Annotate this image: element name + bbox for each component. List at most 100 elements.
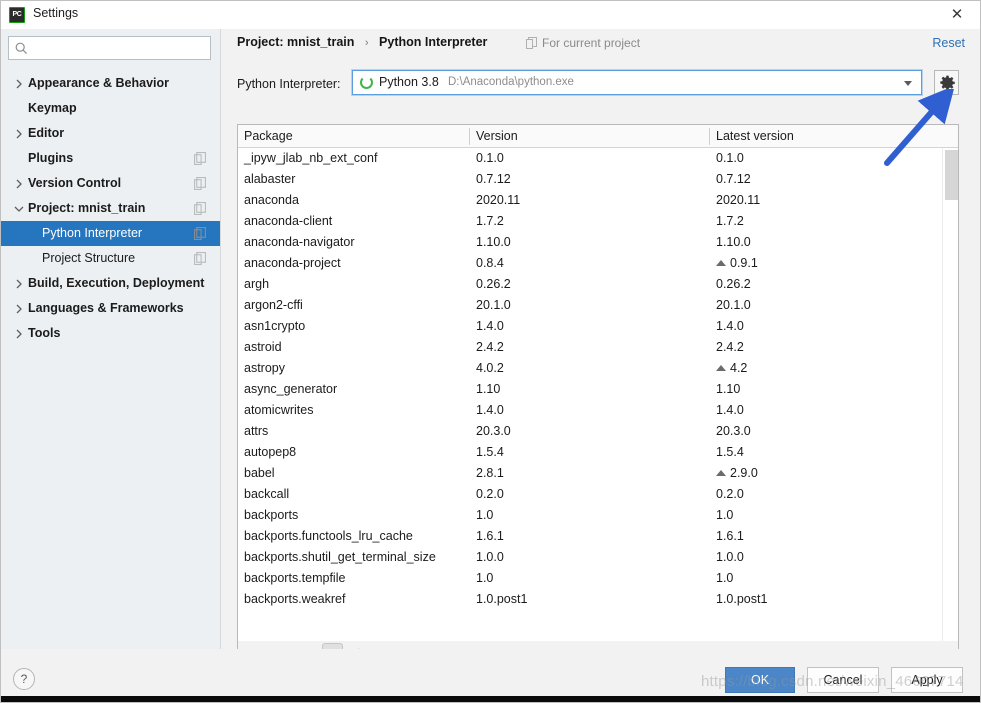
table-row[interactable]: argon2-cffi 20.1.0 20.1.0 xyxy=(238,295,940,316)
column-divider-1[interactable] xyxy=(469,128,470,145)
table-row[interactable]: anaconda-navigator 1.10.0 1.10.0 xyxy=(238,232,940,253)
gear-button[interactable] xyxy=(934,70,959,95)
table-row[interactable]: backports 1.0 1.0 xyxy=(238,505,940,526)
table-row[interactable]: anaconda-project 0.8.4 0.9.1 xyxy=(238,253,940,274)
interpreter-name: Python 3.8 xyxy=(379,75,439,89)
cell-package: astropy xyxy=(244,361,285,375)
chevron-down-icon[interactable] xyxy=(13,196,25,221)
cell-version: 2.8.1 xyxy=(476,466,504,480)
cancel-button[interactable]: Cancel xyxy=(807,667,879,693)
breadcrumb-project[interactable]: Project: mnist_train xyxy=(237,35,354,49)
help-button[interactable]: ? xyxy=(13,668,35,690)
cell-package: backports.shutil_get_terminal_size xyxy=(244,550,436,564)
interpreter-combobox[interactable]: Python 3.8 D:\Anaconda\python.exe xyxy=(352,70,922,95)
close-icon[interactable]: ✕ xyxy=(940,3,974,27)
table-row[interactable]: atomicwrites 1.4.0 1.4.0 xyxy=(238,400,940,421)
chevron-down-icon[interactable] xyxy=(904,81,912,86)
cell-latest-version: 1.0 xyxy=(716,571,734,585)
table-row[interactable]: asn1crypto 1.4.0 1.4.0 xyxy=(238,316,940,337)
cell-package: argh xyxy=(244,277,270,291)
chevron-right-icon[interactable] xyxy=(13,171,25,196)
sidebar-search[interactable] xyxy=(8,36,211,60)
cell-latest-version: 20.3.0 xyxy=(716,424,751,438)
table-row[interactable]: babel 2.8.1 2.9.0 xyxy=(238,463,940,484)
table-row[interactable]: anaconda 2020.11 2020.11 xyxy=(238,190,940,211)
interpreter-label: Python Interpreter: xyxy=(237,77,341,91)
sidebar-item-languages-frameworks[interactable]: Languages & Frameworks xyxy=(1,296,220,321)
sidebar-item-version-control[interactable]: Version Control xyxy=(1,171,220,196)
copy-settings-icon xyxy=(194,152,206,165)
cell-package: backports xyxy=(244,508,299,522)
table-row[interactable]: backports.tempfile 1.0 1.0 xyxy=(238,568,940,589)
sidebar-item-project-structure[interactable]: Project Structure xyxy=(1,246,220,271)
cell-latest-version: 1.5.4 xyxy=(716,445,744,459)
table-scrollbar[interactable] xyxy=(942,148,958,641)
table-row[interactable]: backports.functools_lru_cache 1.6.1 1.6.1 xyxy=(238,526,940,547)
scrollbar-thumb[interactable] xyxy=(945,150,958,200)
table-row[interactable]: astropy 4.0.2 4.2 xyxy=(238,358,940,379)
cell-version: 4.0.2 xyxy=(476,361,504,375)
search-input[interactable] xyxy=(33,39,209,59)
cell-latest-version: 1.4.0 xyxy=(716,319,744,333)
table-row[interactable]: anaconda-client 1.7.2 1.7.2 xyxy=(238,211,940,232)
sidebar-item-label: Editor xyxy=(28,126,65,140)
table-row[interactable]: autopep8 1.5.4 1.5.4 xyxy=(238,442,940,463)
cell-version: 1.0.post1 xyxy=(476,592,528,606)
table-row[interactable]: backcall 0.2.0 0.2.0 xyxy=(238,484,940,505)
table-row[interactable]: attrs 20.3.0 20.3.0 xyxy=(238,421,940,442)
cell-version: 1.10 xyxy=(476,382,501,396)
cell-latest-version: 0.2.0 xyxy=(716,487,744,501)
sidebar-item-tools[interactable]: Tools xyxy=(1,321,220,346)
chevron-right-icon[interactable] xyxy=(13,321,25,346)
sidebar-item-keymap[interactable]: Keymap xyxy=(1,96,220,121)
cell-latest-version: 0.26.2 xyxy=(716,277,751,291)
table-row[interactable]: astroid 2.4.2 2.4.2 xyxy=(238,337,940,358)
sidebar-item-label: Build, Execution, Deployment xyxy=(28,276,205,290)
chevron-right-icon[interactable] xyxy=(13,121,25,146)
column-header-version[interactable]: Version xyxy=(476,125,518,147)
cell-package: autopep8 xyxy=(244,445,297,459)
table-row[interactable]: argh 0.26.2 0.26.2 xyxy=(238,274,940,295)
cell-version: 1.7.2 xyxy=(476,214,504,228)
table-row[interactable]: backports.shutil_get_terminal_size 1.0.0 1… xyxy=(238,547,940,568)
sidebar-item-build-execution-deployment[interactable]: Build, Execution, Deployment xyxy=(1,271,220,296)
for-current-project: For current project xyxy=(526,36,640,50)
sidebar-item-appearance-behavior[interactable]: Appearance & Behavior xyxy=(1,71,220,96)
ok-button[interactable]: OK xyxy=(725,667,795,693)
title-bar: PC Settings ✕ xyxy=(1,1,980,29)
cell-version: 0.1.0 xyxy=(476,151,504,165)
sidebar-item-editor[interactable]: Editor xyxy=(1,121,220,146)
content-pane: Project: mnist_train › Python Interprete… xyxy=(221,29,980,677)
cell-version: 2.4.2 xyxy=(476,340,504,354)
cell-latest-version: 4.2 xyxy=(730,361,748,375)
apply-button[interactable]: Apply xyxy=(891,667,963,693)
cell-latest-version: 0.9.1 xyxy=(730,256,758,270)
cell-latest-version: 1.0 xyxy=(716,508,734,522)
sidebar-item-label: Plugins xyxy=(28,151,74,165)
column-header-latest-version[interactable]: Latest version xyxy=(716,125,794,147)
sidebar-item-label: Python Interpreter xyxy=(42,226,143,240)
chevron-right-icon[interactable] xyxy=(13,71,25,96)
column-divider-2[interactable] xyxy=(709,128,710,145)
table-row[interactable]: async_generator 1.10 1.10 xyxy=(238,379,940,400)
cell-version: 1.6.1 xyxy=(476,529,504,543)
cell-version: 0.8.4 xyxy=(476,256,504,270)
cell-package: anaconda-project xyxy=(244,256,341,270)
packages-table: Package Version Latest version _ipyw_jla… xyxy=(237,124,959,642)
settings-dialog: PC Settings ✕ Appearance & Behavior Keyma… xyxy=(0,0,981,703)
chevron-right-icon[interactable] xyxy=(13,296,25,321)
table-row[interactable]: alabaster 0.7.12 0.7.12 xyxy=(238,169,940,190)
sidebar-item-plugins[interactable]: Plugins xyxy=(1,146,220,171)
sidebar-item-project-mnist-train[interactable]: Project: mnist_train xyxy=(1,196,220,221)
cell-version: 0.7.12 xyxy=(476,172,511,186)
column-header-package[interactable]: Package xyxy=(244,125,293,147)
sidebar-item-python-interpreter[interactable]: Python Interpreter xyxy=(1,221,220,246)
reset-link[interactable]: Reset xyxy=(932,36,965,50)
table-row[interactable]: backports.weakref 1.0.post1 1.0.post1 xyxy=(238,589,940,610)
breadcrumb: Project: mnist_train › Python Interprete… xyxy=(237,35,487,49)
cell-package: backports.weakref xyxy=(244,592,346,606)
settings-tree: Appearance & Behavior Keymap Editor Plugins… xyxy=(1,71,220,346)
cell-package: backports.tempfile xyxy=(244,571,346,585)
chevron-right-icon[interactable] xyxy=(13,271,25,296)
table-row[interactable]: _ipyw_jlab_nb_ext_conf 0.1.0 0.1.0 xyxy=(238,148,940,169)
